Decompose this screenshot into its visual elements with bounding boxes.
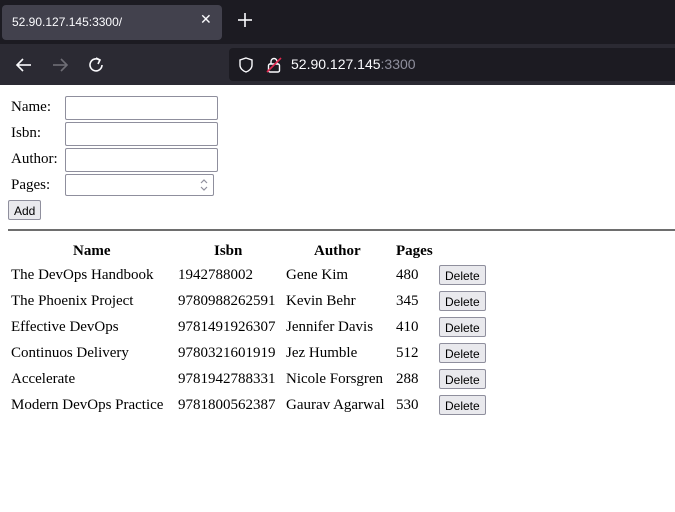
cell-pages: 480 (396, 267, 419, 283)
cell-isbn: 9780988262591 (178, 293, 276, 309)
cell-author: Kevin Behr (286, 293, 356, 309)
name-input[interactable] (65, 96, 218, 120)
cell-author: Jez Humble (286, 345, 358, 361)
cell-author: Jennifer Davis (286, 319, 374, 335)
tab-bar: 52.90.127.145:3300/ ✕ (0, 0, 675, 44)
cell-isbn: 9780321601919 (178, 345, 276, 361)
reload-icon[interactable] (85, 54, 107, 76)
new-tab-icon[interactable] (234, 9, 256, 31)
forward-arrow-icon[interactable] (49, 54, 71, 76)
delete-button[interactable]: Delete (439, 291, 486, 311)
page-content: Name: Isbn: Author: Pages: Add Name Isbn… (0, 85, 675, 512)
cell-name: Continuos Delivery (11, 345, 129, 361)
url-port: :3300 (380, 56, 416, 72)
cell-name: The Phoenix Project (11, 293, 134, 309)
shield-icon[interactable] (237, 56, 255, 74)
delete-button[interactable]: Delete (439, 343, 486, 363)
cell-name: Modern DevOps Practice (11, 397, 164, 413)
delete-button[interactable]: Delete (439, 265, 486, 285)
cell-pages: 530 (396, 397, 419, 413)
pages-label: Pages: (11, 177, 51, 193)
header-name: Name (73, 243, 111, 259)
cell-pages: 345 (396, 293, 419, 309)
add-button[interactable]: Add (8, 200, 42, 220)
navigation-bar: 52.90.127.145:3300 (0, 44, 675, 85)
cell-isbn: 1942788002 (178, 267, 253, 283)
browser-tab[interactable]: 52.90.127.145:3300/ ✕ (2, 5, 222, 40)
author-label: Author: (11, 151, 58, 167)
delete-button[interactable]: Delete (439, 395, 486, 415)
cell-isbn: 9781800562387 (178, 397, 276, 413)
isbn-input[interactable] (65, 122, 218, 146)
header-pages: Pages (396, 243, 433, 259)
cell-name: Accelerate (11, 371, 76, 387)
insecure-lock-icon[interactable] (265, 56, 283, 74)
divider (8, 229, 675, 231)
delete-button[interactable]: Delete (439, 317, 486, 337)
cell-author: Gaurav Agarwal (286, 397, 385, 413)
url-host: 52.90.127.145 (291, 56, 381, 72)
header-isbn: Isbn (214, 243, 243, 259)
back-arrow-icon[interactable] (13, 54, 35, 76)
url-text[interactable]: 52.90.127.145:3300 (291, 56, 416, 72)
cell-author: Nicole Forsgren (286, 371, 384, 387)
tab-title: 52.90.127.145:3300/ (12, 15, 123, 29)
cell-name: Effective DevOps (11, 319, 119, 335)
cell-name: The DevOps Handbook (11, 267, 154, 283)
cell-author: Gene Kim (286, 267, 349, 283)
cell-pages: 512 (396, 345, 419, 361)
spinner-arrows-icon[interactable] (199, 177, 209, 193)
author-input[interactable] (65, 148, 218, 172)
cell-isbn: 9781942788331 (178, 371, 276, 387)
cell-isbn: 9781491926307 (178, 319, 276, 335)
pages-input[interactable] (65, 174, 214, 196)
cell-pages: 410 (396, 319, 419, 335)
cell-pages: 288 (396, 371, 419, 387)
delete-button[interactable]: Delete (439, 369, 486, 389)
isbn-label: Isbn: (11, 125, 41, 141)
name-label: Name: (11, 99, 51, 115)
url-bar[interactable]: 52.90.127.145:3300 (229, 48, 675, 81)
header-author: Author (314, 243, 361, 259)
close-tab-icon[interactable]: ✕ (200, 12, 212, 28)
